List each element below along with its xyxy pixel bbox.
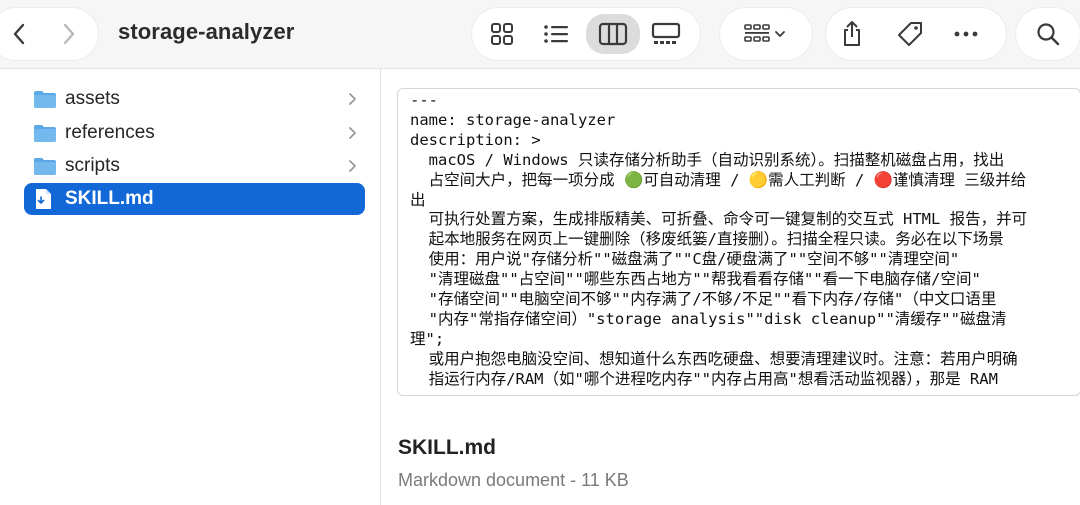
group-menu [720,8,812,60]
chevron-right-icon [63,23,75,45]
chevron-left-icon [13,23,25,45]
share-icon [844,21,860,46]
group-icon [744,24,770,42]
list-icon [544,25,568,43]
column-browser: assets references scripts SKILL.md [0,69,380,505]
column-view-button[interactable] [586,14,640,54]
tag-button[interactable] [890,16,930,52]
preview-text: --- name: storage-analyzer description: … [398,89,1080,390]
actions-group [826,8,1006,60]
list-view-button[interactable] [536,16,576,52]
preview-line: 使用：用户说"存储分析""磁盘满了""C盘/硬盘满了""空间不够""清理空间" [410,250,960,269]
chevron-right-icon [349,127,356,139]
preview-line: 占空间大户，把每一项分成 🟢可自动清理 / 🟡需人工判断 / 🔴谨慎清理 三级并… [410,170,1027,189]
tag-icon [898,22,922,46]
toolbar: storage-analyzer [0,0,1080,68]
list-item-skill-md[interactable]: SKILL.md [24,183,365,215]
item-label: SKILL.md [65,188,154,209]
search-icon [1037,23,1060,46]
folder-icon [33,88,57,110]
list-item-references[interactable]: references [24,117,365,149]
preview-line: --- [410,91,438,109]
preview-line: 出 [410,190,426,209]
preview-line: 理"; [410,329,445,348]
chevron-right-icon [349,160,356,172]
column-divider[interactable] [380,69,381,505]
preview-line: "清理磁盘""占空间""哪些东西占地方""帮我看看存储""看一下电脑存储/空间" [410,270,981,289]
preview-file-meta: Markdown document - 11 KB [398,470,629,490]
list-item-assets[interactable]: assets [24,83,365,115]
preview-line: 可执行处置方案，生成排版精美、可折叠、命令可一键复制的交互式 HTML 报告，并… [410,210,1028,229]
preview-line: 指运行内存/RAM（如"哪个进程吃内存""内存占用高"想看活动监视器），那是 R… [410,369,998,388]
preview-line: "内存"常指存储空间）"storage analysis""disk clean… [410,309,1007,328]
gallery-view-button[interactable] [646,16,686,52]
grid-icon [491,23,513,45]
file-preview[interactable]: --- name: storage-analyzer description: … [397,88,1080,396]
back-button[interactable] [0,16,40,52]
gallery-icon [651,22,681,44]
folder-icon [33,122,57,144]
folder-icon [33,155,57,177]
ellipsis-icon [954,31,978,37]
item-label: assets [65,88,120,109]
preview-line: description: > [410,130,541,149]
search-group [1016,8,1080,60]
item-label: scripts [65,155,120,176]
preview-file-name: SKILL.md [398,436,496,459]
preview-line: 或用户抱怨电脑没空间、想知道什么东西吃硬盘、想要清理建议时。注意：若用户明确 [410,349,1018,368]
preview-line: 起本地服务在网页上一键删除（移废纸篓/直接删）。扫描全程只读。务必在以下场景 [410,230,1004,249]
preview-line: "存储空间""电脑空间不够""内存满了/不够/不足""看下内存/存储"（中文口语… [410,290,997,309]
icon-view-button[interactable] [482,16,522,52]
preview-line: macOS / Windows 只读存储分析助手（自动识别系统）。扫描整机磁盘占… [410,150,1005,169]
group-by-button[interactable] [734,16,796,52]
navigation-group [0,8,98,60]
window-title: storage-analyzer [118,19,295,44]
list-item-scripts[interactable]: scripts [24,150,365,182]
more-button[interactable] [946,16,986,52]
chevron-right-icon [349,93,356,105]
preview-line: name: storage-analyzer [410,110,616,129]
search-button[interactable] [1028,16,1068,52]
chevron-down-icon [775,31,785,37]
share-button[interactable] [832,16,872,52]
forward-button[interactable] [48,16,88,52]
view-mode-group [472,8,700,60]
document-icon [33,188,57,210]
columns-icon [598,22,628,46]
item-label: references [65,122,155,143]
